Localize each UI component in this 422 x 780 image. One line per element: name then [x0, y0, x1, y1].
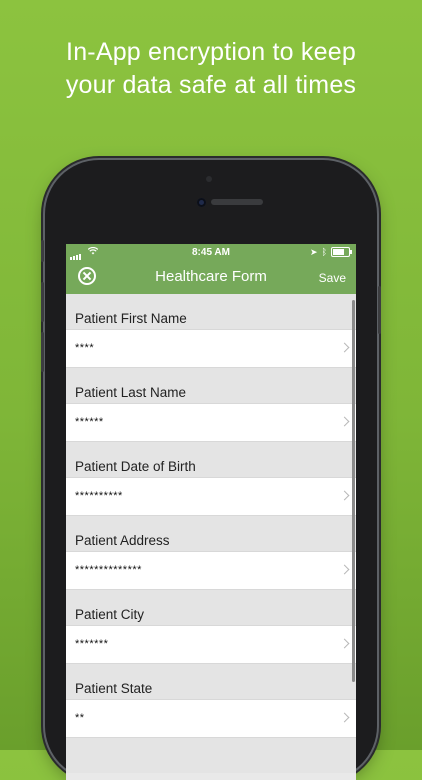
field-value-first-name: **** [75, 342, 95, 354]
volume-up-button [41, 282, 44, 322]
phone-screen: 8:45 AM ➤ ᛒ Healthcare Form Save Patient… [66, 244, 356, 780]
field-label-state: Patient State [66, 664, 356, 699]
power-button [378, 286, 381, 334]
healthcare-form: Patient First Name **** Patient Last Nam… [66, 294, 356, 773]
location-arrow-icon: ➤ [310, 247, 318, 257]
promo-headline: In-App encryption to keep your data safe… [0, 36, 422, 102]
chevron-right-icon [339, 416, 350, 427]
field-label-city: Patient City [66, 590, 356, 625]
navigation-bar: Healthcare Form Save [66, 260, 356, 294]
field-label-address: Patient Address [66, 516, 356, 551]
field-label-last-name: Patient Last Name [66, 368, 356, 403]
status-bar: 8:45 AM ➤ ᛒ [66, 244, 356, 260]
field-label-date-of-birth: Patient Date of Birth [66, 442, 356, 477]
chevron-right-icon [339, 490, 350, 501]
field-row-address[interactable]: ************** [66, 551, 356, 590]
volume-down-button [41, 332, 44, 372]
field-value-last-name: ****** [75, 416, 104, 428]
phone-frame: 8:45 AM ➤ ᛒ Healthcare Form Save Patient… [41, 160, 381, 780]
camera-icon [197, 198, 206, 207]
chevron-right-icon [339, 342, 350, 353]
field-row-first-name[interactable]: **** [66, 329, 356, 368]
field-row-city[interactable]: ******* [66, 625, 356, 664]
promo-line-1: In-App encryption to keep [66, 38, 356, 66]
save-button[interactable]: Save [319, 271, 346, 285]
chevron-right-icon [339, 564, 350, 575]
field-value-date-of-birth: ********** [75, 490, 123, 502]
field-row-last-name[interactable]: ****** [66, 403, 356, 442]
field-value-state: ** [75, 712, 85, 724]
field-row-date-of-birth[interactable]: ********** [66, 477, 356, 516]
status-indicators: ➤ ᛒ [310, 247, 352, 257]
field-label-first-name: Patient First Name [66, 294, 356, 329]
bluetooth-icon: ᛒ [321, 247, 327, 257]
proximity-sensor [206, 176, 212, 182]
chevron-right-icon [339, 638, 350, 649]
field-row-state[interactable]: ** [66, 699, 356, 738]
scrollbar[interactable] [352, 300, 355, 682]
battery-icon [331, 247, 352, 257]
mute-switch [41, 240, 44, 262]
nav-title: Healthcare Form [155, 268, 267, 285]
field-value-city: ******* [75, 638, 109, 650]
app-header: 8:45 AM ➤ ᛒ Healthcare Form Save [66, 244, 356, 294]
field-value-address: ************** [75, 564, 142, 576]
field-label-next [66, 738, 356, 773]
promo-line-2: your data safe at all times [65, 71, 357, 99]
speaker-grille [211, 199, 263, 205]
chevron-right-icon [339, 712, 350, 723]
